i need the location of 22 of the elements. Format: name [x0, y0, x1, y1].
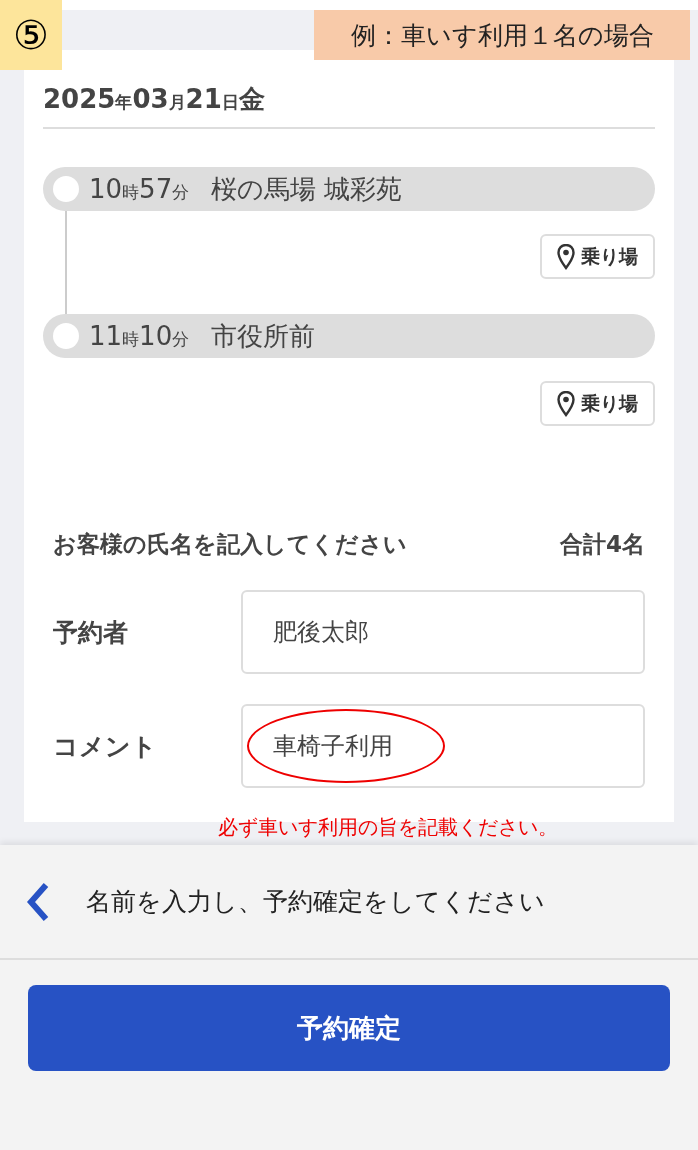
confirm-button[interactable]: 予約確定: [28, 985, 670, 1071]
stop-dot: [53, 323, 79, 349]
field-label: 予約者: [53, 616, 129, 649]
stop-dot: [53, 176, 79, 202]
example-note: 例：車いす利用１名の場合: [314, 10, 690, 60]
stop-time: 10時57分: [89, 174, 190, 204]
map-pin-icon: [557, 243, 575, 270]
stop-time: 11時10分: [89, 321, 190, 351]
map-pin-icon: [557, 390, 575, 417]
comment-note: 必ず車いす利用の旨を記載ください。: [218, 814, 558, 841]
passenger-total: 合計4名: [560, 530, 645, 559]
instruction-text: 名前を入力し、予約確定をしてください: [86, 886, 545, 918]
field-label: コメント: [53, 730, 158, 763]
stop-name: 桜の馬場 城彩苑: [211, 172, 403, 206]
input-field[interactable]: 車椅子利用: [241, 704, 645, 788]
input-field[interactable]: 肥後太郎: [241, 590, 645, 674]
name-entry-heading: お客様の氏名を記入してください: [53, 530, 407, 559]
stop-name: 市役所前: [211, 319, 316, 353]
platform-button[interactable]: 乗り場: [540, 234, 655, 279]
back-icon[interactable]: [26, 881, 50, 922]
step-badge: ⑤: [0, 0, 62, 70]
platform-button[interactable]: 乗り場: [540, 381, 655, 426]
